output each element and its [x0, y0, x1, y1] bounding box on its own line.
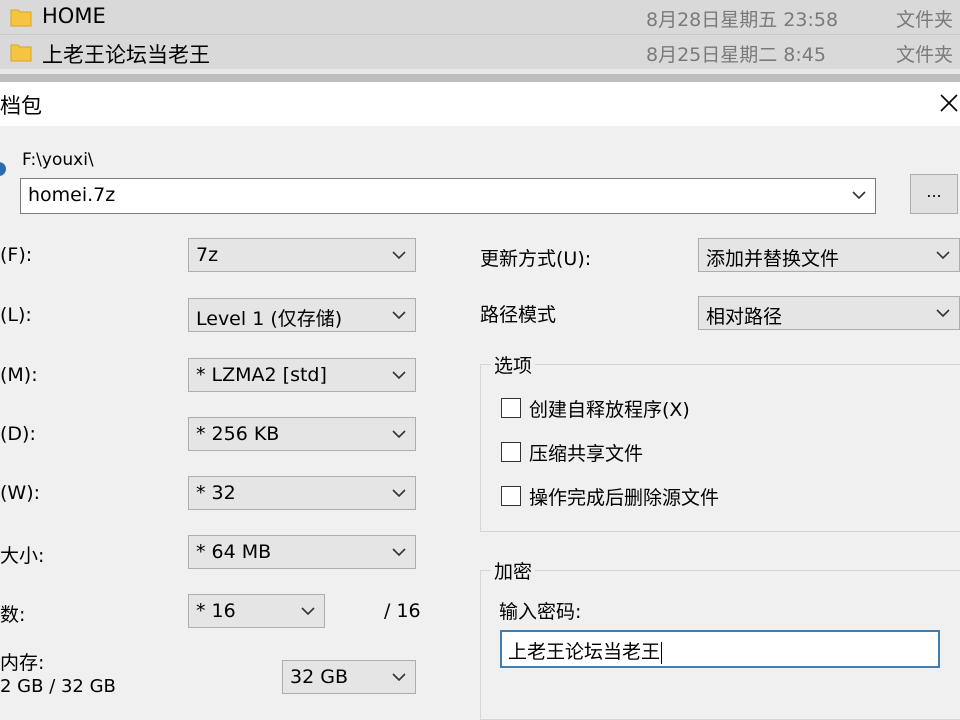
chevron-down-icon — [392, 311, 406, 320]
checkbox-box[interactable] — [501, 486, 521, 506]
checkbox-label: 压缩共享文件 — [529, 443, 644, 465]
level-select[interactable]: Level 1 (仅存储) — [188, 298, 416, 332]
options-group: 选项 创建自释放程序(X) 压缩共享文件 操作完成后删除源文件 — [480, 351, 960, 532]
format-label: (F): — [0, 244, 33, 266]
delete-after-checkbox[interactable]: 操作完成后删除源文件 — [501, 483, 761, 511]
file-date: 8月28日星期五 23:58 — [646, 9, 839, 31]
password-value: 上老王论坛当老王 — [508, 641, 661, 663]
checkbox-label: 操作完成后删除源文件 — [529, 487, 720, 509]
title-bar[interactable]: 档包 — [0, 82, 960, 126]
dictionary-label: (D): — [0, 423, 36, 445]
checkbox-box[interactable] — [501, 442, 521, 462]
solid-block-value: * 64 MB — [196, 541, 272, 563]
options-group-title: 选项 — [491, 351, 536, 378]
close-button[interactable] — [930, 84, 960, 124]
method-label: (M): — [0, 364, 38, 386]
chevron-down-icon — [852, 191, 866, 200]
file-date: 8月25日星期二 8:45 — [646, 44, 826, 66]
memory-select[interactable]: 32 GB — [282, 660, 416, 694]
chevron-down-icon — [936, 251, 950, 260]
level-label: (L): — [0, 304, 32, 326]
solid-block-select[interactable]: * 64 MB — [188, 535, 416, 569]
archive-name-combobox[interactable]: homei.7z — [20, 178, 876, 214]
file-type: 文件夹 — [896, 9, 954, 31]
file-type: 文件夹 — [896, 44, 954, 66]
threads-value: * 16 — [196, 600, 236, 622]
password-input[interactable]: 上老王论坛当老王 — [500, 630, 940, 668]
memory-usage: 2 GB / 32 GB — [0, 676, 116, 697]
update-mode-label: 更新方式(U): — [480, 248, 592, 270]
word-size-value: * 32 — [196, 482, 236, 504]
path-mode-label: 路径模式 — [480, 304, 557, 326]
path-mode-select[interactable]: 相对路径 — [698, 296, 960, 330]
file-row[interactable]: 上老王论坛当老王 8月25日星期二 8:45 文件夹 — [0, 34, 960, 69]
chevron-down-icon — [392, 251, 406, 260]
folder-icon — [10, 6, 32, 28]
compress-shared-checkbox[interactable]: 压缩共享文件 — [501, 439, 701, 467]
dialog-shadow — [0, 74, 960, 82]
chevron-down-icon — [392, 371, 406, 380]
update-mode-select[interactable]: 添加并替换文件 — [698, 238, 960, 272]
folder-icon — [10, 41, 32, 63]
chevron-down-icon — [392, 430, 406, 439]
word-size-select[interactable]: * 32 — [188, 476, 416, 510]
close-icon — [940, 94, 958, 112]
threads-label: 数: — [0, 604, 26, 626]
file-name: 上老王论坛当老王 — [42, 43, 210, 67]
chevron-down-icon — [301, 607, 315, 616]
add-to-archive-dialog: 档包 F:\youxi\ homei.7z ... (F): 7z (L): L… — [0, 82, 960, 720]
memory-label: 内存: — [0, 652, 45, 674]
method-value: * LZMA2 [std] — [196, 364, 327, 386]
checkbox-label: 创建自释放程序(X) — [529, 399, 690, 421]
self-extract-checkbox[interactable]: 创建自释放程序(X) — [501, 395, 761, 423]
text-caret — [661, 641, 663, 664]
method-select[interactable]: * LZMA2 [std] — [188, 358, 416, 392]
archive-name-value: homei.7z — [28, 184, 116, 206]
dictionary-select[interactable]: * 256 KB — [188, 417, 416, 451]
update-mode-value: 添加并替换文件 — [706, 248, 840, 270]
path-mode-value: 相对路径 — [706, 306, 783, 328]
word-size-label: (W): — [0, 482, 41, 504]
chevron-down-icon — [392, 489, 406, 498]
dictionary-value: * 256 KB — [196, 423, 280, 445]
file-name: HOME — [42, 4, 106, 28]
chevron-down-icon — [392, 548, 406, 557]
chevron-down-icon — [936, 309, 950, 318]
browse-button[interactable]: ... — [910, 174, 958, 214]
solid-block-label: 大小: — [0, 545, 45, 567]
explorer-background: HOME 8月28日星期五 23:58 文件夹 上老王论坛当老王 8月25日星期… — [0, 0, 960, 74]
archive-icon — [0, 162, 6, 176]
format-value: 7z — [196, 244, 219, 266]
archive-path-label: F:\youxi\ — [22, 150, 94, 170]
password-label: 输入密码: — [499, 601, 582, 623]
encryption-group-title: 加密 — [491, 557, 536, 584]
file-row[interactable]: HOME 8月28日星期五 23:58 文件夹 — [0, 0, 960, 34]
dialog-title: 档包 — [0, 94, 42, 118]
memory-value: 32 GB — [290, 666, 348, 688]
checkbox-box[interactable] — [501, 398, 521, 418]
threads-max: / 16 — [384, 600, 421, 622]
threads-select[interactable]: * 16 — [188, 594, 325, 628]
chevron-down-icon — [392, 673, 406, 682]
level-value: Level 1 (仅存储) — [196, 308, 343, 330]
format-select[interactable]: 7z — [188, 238, 416, 272]
